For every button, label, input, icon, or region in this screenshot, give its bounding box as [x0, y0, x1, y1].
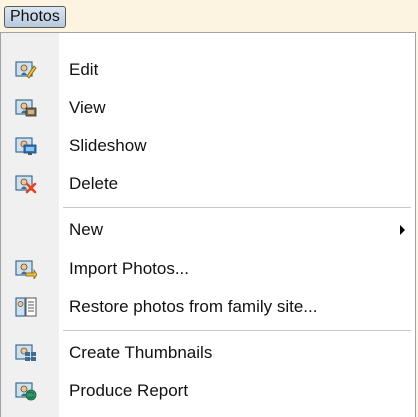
menu-item-label: Edit [69, 60, 99, 79]
menu-item-label: Import Photos... [69, 259, 189, 278]
photo-edit-icon [15, 60, 37, 80]
photos-dropdown-menu: Edit View Slideshow Delete New Import Ph… [0, 32, 416, 417]
menu-separator [63, 207, 411, 208]
thumbnails-icon [15, 343, 37, 363]
menu-item-label: Restore photos from family site... [69, 297, 318, 316]
menu-separator [63, 330, 411, 331]
menu-item-label: Produce Report [69, 381, 189, 400]
menu-item-produce-report[interactable]: Produce Report [1, 372, 415, 410]
menu-item-view[interactable]: View [1, 89, 415, 127]
photo-view-icon [15, 98, 37, 118]
menu-item-label: View [69, 98, 106, 117]
menu-item-label: New [69, 220, 104, 239]
menu-item-label: Slideshow [69, 136, 147, 155]
menu-bar: Photos [0, 0, 418, 32]
menu-item-slideshow[interactable]: Slideshow [1, 127, 415, 165]
photo-slideshow-icon [15, 136, 37, 156]
menu-item-restore-photos[interactable]: Restore photos from family site... [1, 288, 415, 326]
menu-item-label: Create Thumbnails [69, 343, 213, 362]
menu-item-delete[interactable]: Delete [1, 165, 415, 203]
submenu-arrow-icon [400, 225, 405, 235]
photo-delete-icon [15, 174, 37, 194]
photo-restore-icon [15, 297, 37, 317]
menu-item-create-thumbnails[interactable]: Create Thumbnails [1, 334, 415, 372]
menu-item-label: Delete [69, 174, 119, 193]
report-icon [15, 381, 37, 401]
menu-item-edit[interactable]: Edit [1, 51, 415, 89]
photos-menu-button[interactable]: Photos [4, 6, 66, 28]
menu-item-import-photos[interactable]: Import Photos... [1, 250, 415, 288]
photo-import-icon [15, 259, 38, 281]
menu-item-new[interactable]: New [1, 211, 415, 249]
